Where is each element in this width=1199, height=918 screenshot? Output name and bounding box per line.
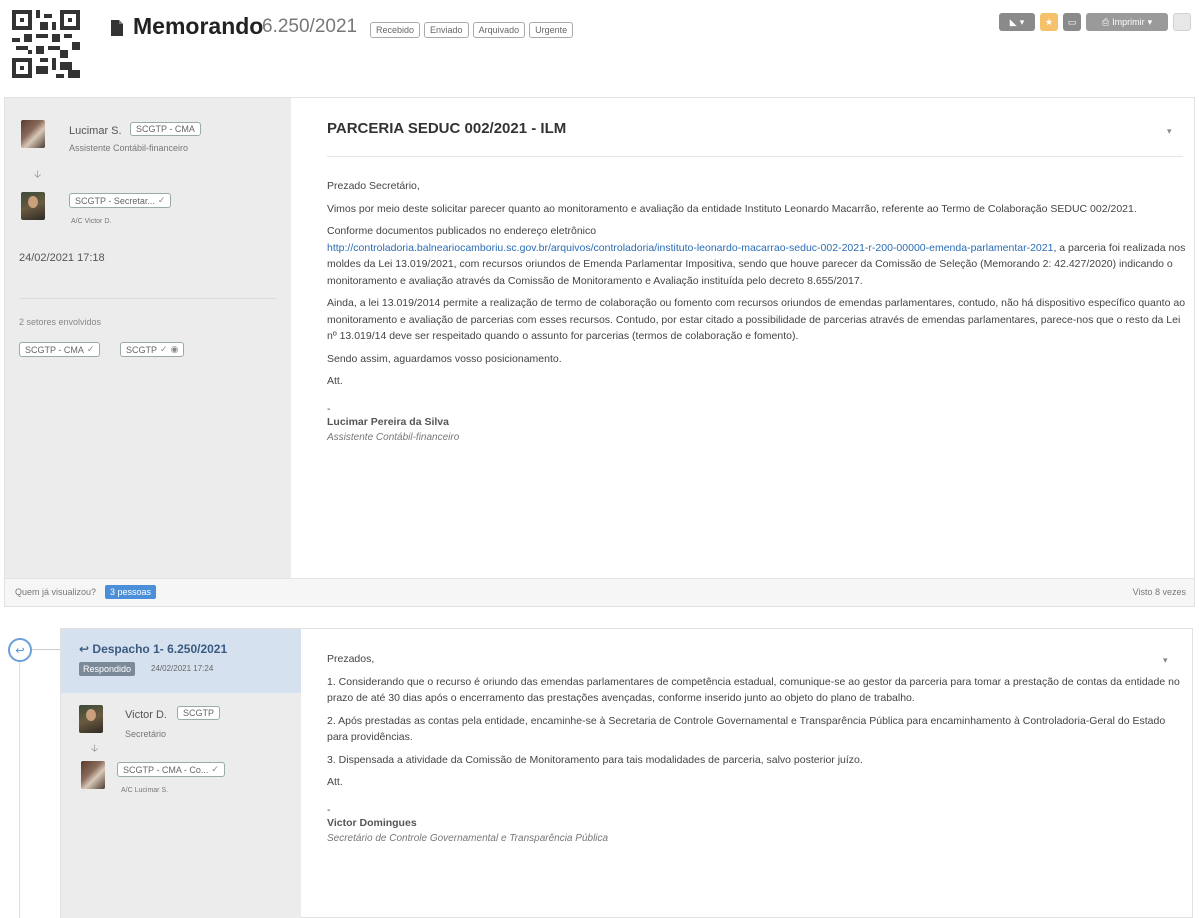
sector-label: SCGTP — [126, 344, 158, 355]
timeline-connector — [32, 649, 60, 650]
sector-label: SCGTP - CMA — [25, 344, 84, 355]
memo-date: 24/02/2021 17:18 — [19, 252, 105, 264]
select-checkbox[interactable] — [1173, 13, 1191, 31]
star-icon: ★ — [1044, 16, 1054, 27]
dispatch-date: 24/02/2021 17:24 — [151, 664, 214, 673]
memo-paragraph: Vimos por meio deste solicitar parecer q… — [327, 202, 1137, 215]
tag-recebido[interactable]: Recebido — [370, 22, 421, 38]
memo-paragraph: Ainda, a lei 13.019/2014 permite a reali… — [327, 297, 1186, 342]
sector-badge[interactable]: SCGTP - CMA ✓ — [19, 342, 101, 357]
dispatch-greeting: Prezados, — [327, 653, 375, 665]
sender-unit-label: SCGTP — [183, 708, 215, 718]
eye-icon: ◉ — [170, 344, 179, 354]
reply-icon: ↩ — [79, 642, 90, 656]
recipient-unit-label: SCGTP - CMA - Co... — [123, 764, 209, 775]
qr-code — [12, 10, 80, 78]
page-title: Memorando — [133, 13, 264, 39]
dispatch-item: 3. Dispensada a atividade da Comissão de… — [327, 753, 863, 766]
signature-dash: - — [327, 803, 331, 816]
memo-paragraph: Conforme documentos publicados no endere… — [327, 223, 1187, 289]
memo-footer: Quem já visualizou? 3 pessoas Visto 8 ve… — [5, 578, 1194, 606]
chevron-down-icon: ▾ — [1147, 16, 1153, 27]
page-header: Memorando 6.250/2021 Recebido Enviado Ar… — [0, 0, 1199, 96]
memo-panel: Lucimar S. SCGTP - CMA Assistente Contáb… — [4, 97, 1195, 607]
viewers-badge[interactable]: 3 pessoas — [105, 585, 157, 599]
recipient-unit-badge: SCGTP - Secretar... ✓ — [69, 193, 172, 208]
sender-unit-badge: SCGTP - CMA — [130, 122, 201, 136]
dispatch-item: 2. Após prestadas as contas pela entidad… — [327, 714, 1166, 744]
recipient-ac: A/C Lucimar S. — [121, 787, 169, 794]
memo-body: Prezado Secretário, Vimos por meio deste… — [327, 178, 1187, 453]
recipient-avatar — [21, 192, 45, 220]
sender-avatar — [79, 705, 103, 733]
print-button[interactable]: ⎙ Imprimir ▾ — [1086, 13, 1168, 31]
divider — [327, 156, 1183, 157]
signature-dash: - — [327, 402, 331, 415]
sectors-title: 2 setores envolvidos — [19, 317, 102, 327]
status-badge: Respondido — [79, 662, 136, 676]
recipient-ac: A/C Victor D. — [71, 218, 112, 225]
dispatch-item: 1. Considerando que o recurso é oriundo … — [327, 675, 1180, 705]
chevron-down-icon: ▾ — [1019, 16, 1025, 27]
status-tags: Recebido Enviado Arquivado Urgente — [370, 22, 574, 38]
sender-name[interactable]: Victor D. — [125, 709, 167, 721]
document-icon — [111, 20, 123, 36]
arrow-down-icon: 🡣 — [34, 169, 42, 180]
dispatch-title[interactable]: ↩ Despacho 1- 6.250/2021 — [79, 642, 227, 656]
timeline-line — [19, 662, 20, 918]
dispatch-closing: Att. — [327, 776, 343, 788]
tag-enviado[interactable]: Enviado — [424, 22, 469, 38]
print-label: Imprimir — [1112, 17, 1145, 27]
check-icon: ✓ — [160, 344, 168, 354]
sender-role: Secretário — [125, 729, 167, 739]
dispatch-header: ↩ Despacho 1- 6.250/2021 Respondido 24/0… — [61, 629, 301, 693]
signature-name: Victor Domingues — [327, 816, 417, 829]
check-icon: ✓ — [211, 764, 219, 774]
signature-name: Lucimar Pereira da Silva — [327, 415, 449, 428]
viewers-question: Quem já visualizou? — [15, 587, 97, 597]
recipient-unit-label: SCGTP - Secretar... — [75, 195, 155, 206]
file-button[interactable]: ▭ — [1063, 13, 1081, 31]
star-button[interactable]: ★ — [1040, 13, 1058, 31]
memo-paragraph: Sendo assim, aguardamos vosso posicionam… — [327, 352, 562, 365]
signature-role: Assistente Contábil-financeiro — [327, 432, 460, 443]
signature-role: Secretário de Controle Governamental e T… — [327, 833, 609, 844]
dispatch-title-label: Despacho 1- 6.250/2021 — [92, 642, 228, 656]
recipient-avatar — [81, 761, 105, 789]
sector-badge[interactable]: SCGTP ✓ ◉ — [120, 342, 185, 357]
printer-icon: ⎙ — [1101, 16, 1110, 27]
chevron-down-icon[interactable]: ▾ — [1167, 126, 1172, 137]
tag-urgente[interactable]: Urgente — [529, 22, 574, 38]
dispatch-sidebar: ↩ Despacho 1- 6.250/2021 Respondido 24/0… — [61, 629, 301, 918]
memo-closing: Att. — [327, 375, 343, 387]
memo-subject: PARCERIA SEDUC 002/2021 - ILM — [327, 120, 567, 137]
view-count: Visto 8 vezes — [1132, 587, 1186, 597]
recipient-unit-badge: SCGTP - CMA - Co... ✓ — [117, 762, 225, 777]
document-link[interactable]: http://controladoria.balneariocamboriu.s… — [327, 242, 1053, 254]
check-icon: ✓ — [157, 195, 166, 205]
divider — [19, 298, 277, 299]
sender-unit-label: SCGTP - CMA — [136, 124, 195, 134]
sender-unit-badge: SCGTP — [177, 706, 221, 720]
sender-name[interactable]: Lucimar S. — [69, 125, 122, 137]
toolbar: ◣ ▾ ★ ▭ ⎙ Imprimir ▾ — [999, 13, 1191, 31]
file-icon: ▭ — [1067, 16, 1077, 27]
tag-icon: ◣ — [1009, 16, 1017, 27]
sender-avatar — [21, 120, 45, 148]
memo-number: 6.250/2021 — [262, 16, 358, 37]
dispatch-body: Prezados, 1. Considerando que o recurso … — [327, 651, 1183, 854]
memo-content: PARCERIA SEDUC 002/2021 - ILM ▾ Prezado … — [291, 98, 1194, 578]
tag-menu-button[interactable]: ◣ ▾ — [999, 13, 1035, 31]
sender-role: Assistente Contábil-financeiro — [69, 143, 189, 153]
memo-sidebar: Lucimar S. SCGTP - CMA Assistente Contáb… — [5, 98, 291, 578]
memo-greeting: Prezado Secretário, — [327, 180, 420, 192]
arrow-down-icon: 🡣 — [91, 743, 99, 754]
tag-arquivado[interactable]: Arquivado — [472, 22, 526, 38]
dispatch-panel: ↩ Despacho 1- 6.250/2021 Respondido 24/0… — [60, 628, 1193, 918]
reply-icon: ↩ — [8, 638, 32, 662]
check-icon: ✓ — [86, 344, 95, 354]
memo-paragraph-intro: Conforme documentos publicados no endere… — [327, 225, 597, 237]
